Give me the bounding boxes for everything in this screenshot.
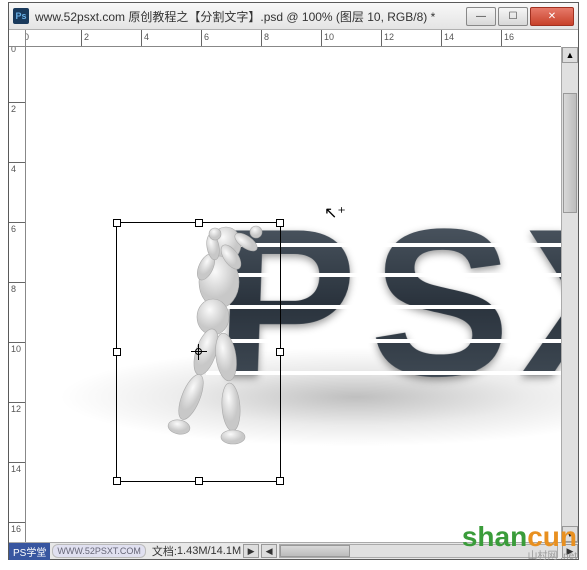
close-button[interactable]: ✕ <box>530 7 574 26</box>
ruler-horizontal[interactable]: 024681012141618 <box>26 30 561 47</box>
text-letter-x: X <box>517 182 561 424</box>
maximize-button[interactable]: ☐ <box>498 7 528 26</box>
canvas[interactable]: P S X <box>26 47 561 542</box>
statusbar: PS学堂 WWW.52PSXT.COM 文档: 1.43M/14.1M ▶ ◀ … <box>9 542 578 559</box>
app-window: Ps www.52psxt.com 原创教程之【分割文字】.psd @ 100%… <box>8 2 579 560</box>
scroll-right-button[interactable]: ▶ <box>562 544 578 558</box>
transform-handle-mr[interactable] <box>276 348 284 356</box>
transform-handle-bm[interactable] <box>195 477 203 485</box>
ruler-v-tick: 8 <box>9 282 26 294</box>
status-doc-label: 文档: <box>152 543 177 559</box>
transform-handle-bl[interactable] <box>113 477 121 485</box>
window-title: www.52psxt.com 原创教程之【分割文字】.psd @ 100% (图… <box>35 8 464 25</box>
ruler-vertical[interactable]: 0 2 4 6 8 10 12 14 16 <box>9 47 26 542</box>
ruler-h-tick: 14 <box>441 30 454 47</box>
transform-center-point[interactable] <box>191 344 207 360</box>
ruler-h-tick: 16 <box>501 30 514 47</box>
ruler-v-tick: 6 <box>9 222 26 234</box>
status-arrow-button[interactable]: ▶ <box>243 544 259 558</box>
transform-handle-tl[interactable] <box>113 219 121 227</box>
ruler-v-tick: 0 <box>9 47 26 54</box>
text-letter-s: S <box>367 182 516 424</box>
ruler-h-tick: 10 <box>321 30 334 47</box>
scroll-left-button[interactable]: ◀ <box>261 544 277 558</box>
ruler-v-tick: 10 <box>9 342 26 354</box>
minimize-button[interactable]: — <box>466 7 496 26</box>
app-icon: Ps <box>13 8 29 24</box>
status-doc-size: 1.43M/14.1M <box>177 545 241 557</box>
scroll-v-track[interactable] <box>562 63 578 526</box>
ruler-h-tick: 6 <box>201 30 209 47</box>
scrollbar-vertical[interactable]: ▲ ▼ <box>561 47 578 542</box>
transform-handle-tr[interactable] <box>276 219 284 227</box>
ruler-h-tick: 0 <box>26 30 29 47</box>
scrollbar-horizontal[interactable] <box>279 544 558 558</box>
scroll-v-thumb[interactable] <box>563 93 577 213</box>
ruler-v-tick: 2 <box>9 102 26 114</box>
transform-handle-tm[interactable] <box>195 219 203 227</box>
ruler-origin[interactable] <box>9 30 26 47</box>
transform-bounding-box[interactable] <box>116 222 281 482</box>
scroll-down-button[interactable]: ▼ <box>562 526 578 542</box>
ruler-h-tick: 8 <box>261 30 269 47</box>
ruler-v-tick: 14 <box>9 462 26 474</box>
status-badge: PS学堂 <box>9 543 50 560</box>
transform-handle-ml[interactable] <box>113 348 121 356</box>
status-url: WWW.52PSXT.COM <box>52 544 146 558</box>
titlebar[interactable]: Ps www.52psxt.com 原创教程之【分割文字】.psd @ 100%… <box>9 3 578 30</box>
ruler-h-tick: 12 <box>381 30 394 47</box>
ruler-h-tick: 2 <box>81 30 89 47</box>
ruler-v-tick: 4 <box>9 162 26 174</box>
ruler-h-tick: 4 <box>141 30 149 47</box>
scroll-h-thumb[interactable] <box>280 545 350 557</box>
window-controls: — ☐ ✕ <box>464 7 574 26</box>
ruler-v-tick: 12 <box>9 402 26 414</box>
ruler-v-tick: 16 <box>9 522 26 534</box>
transform-handle-br[interactable] <box>276 477 284 485</box>
scroll-up-button[interactable]: ▲ <box>562 47 578 63</box>
